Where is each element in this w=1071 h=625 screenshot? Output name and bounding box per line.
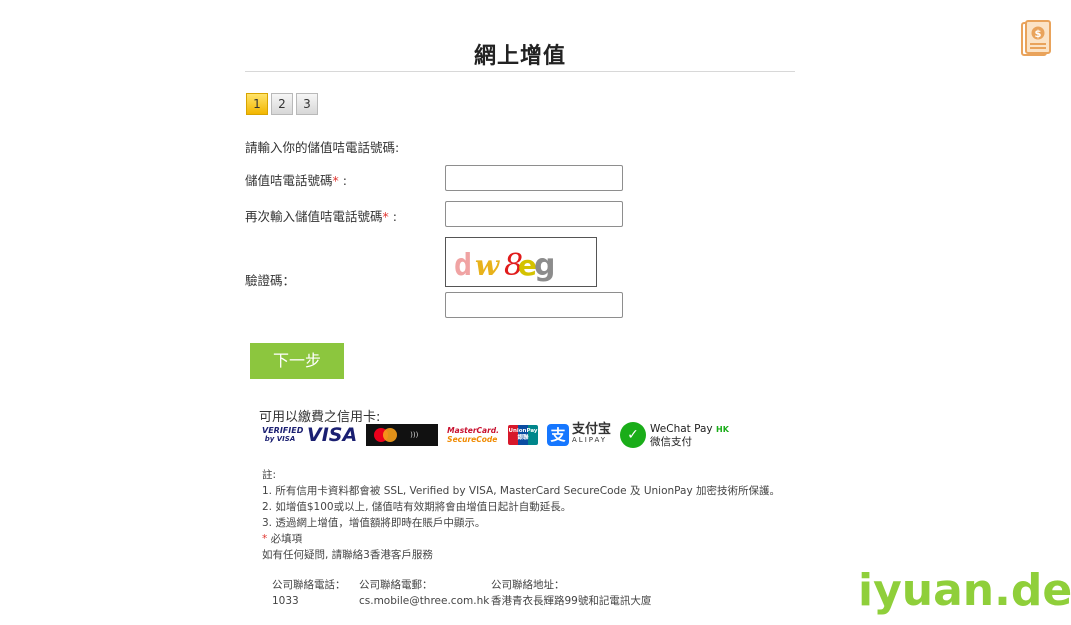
card-logos: VERIFIED by VISA VISA ))) MasterCard. Se… <box>262 421 729 449</box>
wechat-pay-text: WeChat Pay <box>650 422 713 435</box>
phone-input[interactable] <box>445 165 623 191</box>
contact-address-value: 香港青衣長輝路99號和記電訊大廈 <box>491 595 652 607</box>
alipay-cn-text: 支付宝 <box>572 422 612 437</box>
mc-sc-line1: MasterCard. <box>447 426 500 435</box>
alipay-logo: 支 支付宝 ALIPAY <box>547 422 612 446</box>
step-2: 2 <box>271 93 293 115</box>
mastercard-logo: ))) <box>366 424 439 446</box>
contact-phone: 公司聯絡電話： 1033 <box>272 577 346 609</box>
phone-label: 儲值咭電話號碼* : <box>245 170 347 189</box>
form-prompt: 請輸入你的儲值咭電話號碼: <box>245 140 400 155</box>
captcha-char: d <box>454 248 472 283</box>
mastercard-securecode-logo: MasterCard. SecureCode <box>447 426 499 444</box>
notes-section: 註: 1. 所有信用卡資料都會被 SSL, Verified by VISA, … <box>262 467 780 563</box>
notes-heading: 註: <box>262 469 277 481</box>
captcha-char: g <box>534 248 555 283</box>
verified-by-visa-logo: VERIFIED by VISA <box>262 426 304 444</box>
watermark: iyuan.de <box>858 565 1071 616</box>
captcha-input[interactable] <box>445 292 623 318</box>
verified-visa-line1: VERIFIED <box>262 426 304 435</box>
contact-email: 公司聯絡電郵： cs.mobile@three.com.hk <box>359 577 489 609</box>
next-step-button[interactable]: 下一步 <box>250 343 344 379</box>
note-line-2: 2. 如增值$100或以上, 儲值咭有效期將會由增值日起計自動延長。 <box>262 501 572 513</box>
mc-sc-line2: SecureCode <box>447 435 498 444</box>
contact-phone-label: 公司聯絡電話： <box>272 579 346 591</box>
contact-email-label: 公司聯絡電郵： <box>359 579 433 591</box>
contact-address: 公司聯絡地址： 香港青衣長輝路99號和記電訊大廈 <box>491 577 651 609</box>
svg-text:$: $ <box>1035 29 1042 40</box>
alipay-icon: 支 <box>547 424 570 446</box>
wechat-pay-hk-logo: ✓ WeChat Pay HK 微信支付 <box>620 422 729 448</box>
confirm-phone-label: 再次輸入儲值咭電話號碼* : <box>245 206 397 225</box>
contactless-icon: ))) <box>410 431 419 439</box>
title-divider <box>245 71 795 72</box>
step-1: 1 <box>246 93 268 115</box>
phone-label-text: 儲值咭電話號碼 <box>245 173 333 188</box>
label-suffix: : <box>338 173 347 188</box>
alipay-en-text: ALIPAY <box>572 436 608 444</box>
captcha-char: w <box>475 249 500 282</box>
wechat-pay-icon: ✓ <box>620 422 647 448</box>
wechat-hk-text: HK <box>716 424 729 434</box>
wechat-cn-text: 微信支付 <box>650 435 693 448</box>
unionpay-cn-text: 銀聯 <box>517 435 529 441</box>
step-3: 3 <box>296 93 318 115</box>
verified-visa-line2: by VISA <box>264 435 296 443</box>
contact-email-value[interactable]: cs.mobile@three.com.hk <box>359 593 489 609</box>
note-line-3: 3. 透過網上增值，增值額將即時在賬戶中顯示。 <box>262 517 486 529</box>
unionpay-logo: UnionPay 銀聯 <box>508 425 539 445</box>
note-line-1: 1. 所有信用卡資料都會被 SSL, Verified by VISA, Mas… <box>262 485 780 497</box>
required-note: * 必填項 <box>262 531 780 547</box>
page-title: 網上增值 <box>473 44 566 69</box>
unionpay-text: UnionPay <box>508 428 538 434</box>
visa-logo: VISA <box>307 424 358 446</box>
captcha-label: 驗證碼： <box>245 273 296 288</box>
receipt-dollar-icon[interactable]: $ <box>1020 19 1052 61</box>
label-suffix: : <box>388 209 397 224</box>
step-indicator: 1 2 3 <box>246 93 318 115</box>
enquiry-note: 如有任何疑問, 請聯絡3香港客戶服務 <box>262 549 433 561</box>
confirm-label-text: 再次輸入儲值咭電話號碼 <box>245 209 383 224</box>
required-note-text: 必填項 <box>267 533 303 545</box>
contact-phone-value: 1033 <box>272 595 299 607</box>
captcha-image: d w 8 e g <box>445 237 597 287</box>
contact-address-label: 公司聯絡地址： <box>491 579 565 591</box>
confirm-phone-input[interactable] <box>445 201 623 227</box>
